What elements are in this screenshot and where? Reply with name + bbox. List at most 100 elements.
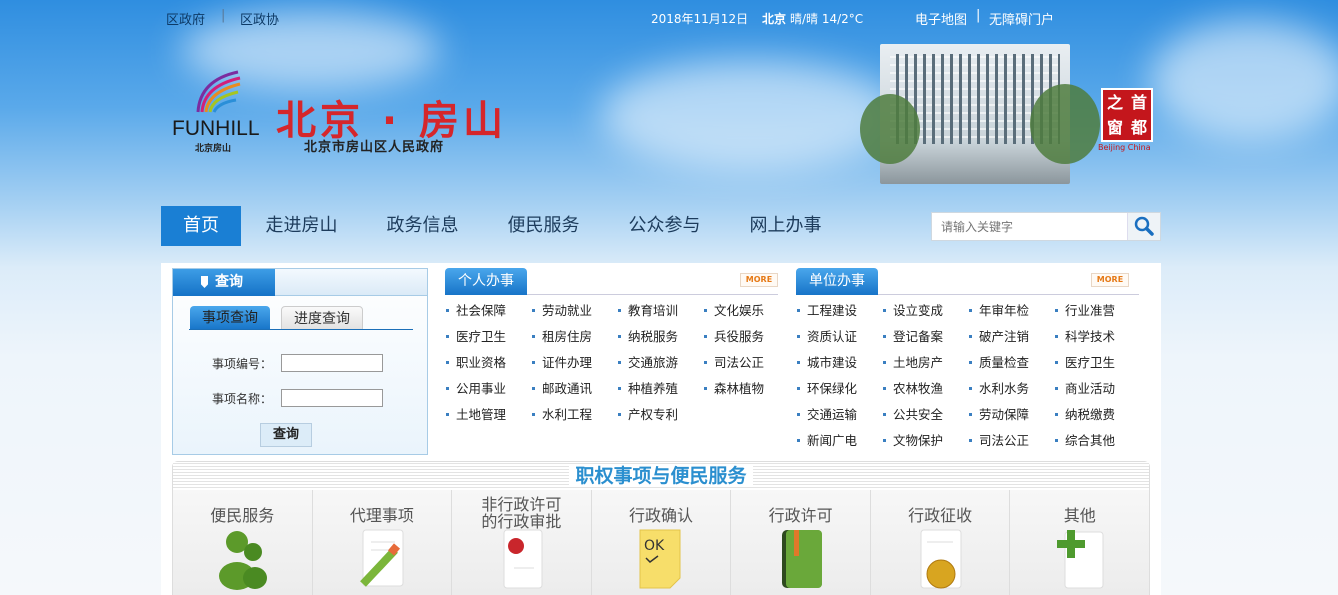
query-button[interactable]: 查询 [260,423,312,447]
personal-item[interactable]: 纳税服务 [617,328,703,346]
personal-item[interactable]: 职业资格 [445,354,531,372]
unit-item[interactable]: 环保绿化 [796,380,882,398]
personal-item[interactable]: 交通旅游 [617,354,703,372]
nav-gov-info[interactable]: 政务信息 [362,206,483,246]
personal-item[interactable]: 产权专利 [617,406,703,424]
personal-item[interactable]: 司法公正 [703,354,789,372]
unit-item[interactable]: 纳税缴费 [1054,406,1140,424]
service-card[interactable]: 代理事项 [312,490,453,595]
unit-item[interactable]: 文物保护 [882,432,968,450]
unit-item[interactable]: 水利水务 [968,380,1054,398]
item-name-label: 事项名称： [212,392,273,406]
unit-item[interactable]: 资质认证 [796,328,882,346]
unit-item[interactable]: 设立变成 [882,302,968,320]
logo-subtext: 北京房山 [195,144,232,154]
personal-item[interactable]: 证件办理 [531,354,617,372]
link-map[interactable]: 电子地图 [915,9,967,28]
personal-item[interactable]: 森林植物 [703,380,789,398]
unit-item[interactable]: 交通运输 [796,406,882,424]
unit-item[interactable]: 土地房产 [882,354,968,372]
personal-item[interactable]: 社会保障 [445,302,531,320]
divider: | [221,8,226,23]
link-accessibility[interactable]: 无障碍门户 [989,9,1054,28]
add-document-icon [1053,528,1107,590]
service-card[interactable]: 行政征收 [870,490,1011,595]
svg-text:OK: OK [644,538,665,554]
service-card[interactable]: 便民服务 [173,490,313,595]
unit-item[interactable]: 农林牧渔 [882,380,968,398]
unit-header: 单位办事 MORE [796,268,1139,295]
capital-window-seal: 之首窗都 [1101,88,1153,142]
unit-more-button[interactable]: MORE [1091,273,1129,287]
unit-items: 工程建设 设立变成 年审年检 行业准营资质认证 登记备案 破产注销 科学技术城市建设 土地房产… [796,302,1140,450]
divider [189,329,413,330]
services-title: 职权事项与便民服务 [569,465,753,487]
service-label-text: 行政征收 [908,506,973,525]
unit-item[interactable]: 破产注销 [968,328,1054,346]
unit-item[interactable]: 劳动保障 [968,406,1054,424]
service-card[interactable]: 行政许可 [731,490,871,595]
unit-item[interactable]: 工程建设 [796,302,882,320]
nav-participation[interactable]: 公众参与 [604,206,725,246]
unit-item[interactable]: 公共安全 [882,406,968,424]
personal-item[interactable]: 水利工程 [531,406,617,424]
divider: | [976,8,981,23]
date: 2018年11月12日 [651,12,749,26]
unit-item[interactable]: 新闻广电 [796,432,882,450]
unit-item[interactable]: 司法公正 [968,432,1054,450]
unit-item[interactable]: 科学技术 [1054,328,1140,346]
unit-item[interactable]: 商业活动 [1054,380,1140,398]
service-card[interactable]: 其他 [1010,490,1150,595]
personal-header: 个人办事 MORE [445,268,778,295]
users-icon [215,528,269,590]
personal-more-button[interactable]: MORE [740,273,778,287]
personal-item[interactable]: 租房住房 [531,328,617,346]
search-button[interactable] [1127,213,1160,240]
service-label-text: 非行政许可的行政审批 [481,495,562,531]
sealed-document-icon [494,528,548,590]
service-card[interactable]: 非行政许可的行政审批 [452,490,592,595]
personal-item[interactable]: 兵役服务 [703,328,789,346]
personal-item[interactable]: 教育培训 [617,302,703,320]
unit-item[interactable]: 城市建设 [796,354,882,372]
unit-item[interactable]: 质量检查 [968,354,1054,372]
personal-item[interactable]: 公用事业 [445,380,531,398]
logo-text: FUNHILL [172,117,260,140]
nav-home[interactable]: 首页 [161,206,241,246]
service-label-text: 行政确认 [629,506,694,525]
pencil-document-icon [355,528,409,590]
personal-item[interactable]: 文化娱乐 [703,302,789,320]
service-label-text: 行政许可 [768,506,833,525]
unit-item[interactable]: 综合其他 [1054,432,1140,450]
nav-services[interactable]: 便民服务 [483,206,604,246]
unit-tab[interactable]: 单位办事 [796,268,878,295]
weather-city: 北京 [762,12,787,26]
unit-item[interactable]: 年审年检 [968,302,1054,320]
personal-item[interactable]: 医疗卫生 [445,328,531,346]
service-label-text: 便民服务 [210,506,275,525]
personal-tab[interactable]: 个人办事 [445,268,527,295]
unit-item[interactable]: 行业准营 [1054,302,1140,320]
query-title: 查询 [173,269,275,296]
link-district-gov[interactable]: 区政府 [166,9,205,28]
unit-item[interactable]: 登记备案 [882,328,968,346]
personal-item[interactable]: 土地管理 [445,406,531,424]
service-card[interactable]: 行政确认 OK [591,490,732,595]
tab-item-query[interactable]: 事项查询 [190,306,270,330]
nav-about[interactable]: 走进房山 [241,206,362,246]
link-district-cppcc[interactable]: 区政协 [240,9,279,28]
personal-item[interactable]: 邮政通讯 [531,380,617,398]
search-box [931,212,1161,241]
services-section: 职权事项与便民服务 便民服务 代理事项 非行政许可的行政审批 行政确认 OK 行政许可 行政… [172,461,1150,595]
nav-online[interactable]: 网上办事 [725,206,846,246]
unit-item[interactable]: 医疗卫生 [1054,354,1140,372]
cloud [600,60,900,170]
item-name-input[interactable] [281,389,383,407]
main-nav: 首页 走进房山 政务信息 便民服务 公众参与 网上办事 [161,206,846,246]
item-number-input[interactable] [281,354,383,372]
tab-progress-query[interactable]: 进度查询 [281,306,363,330]
search-input[interactable] [932,213,1128,240]
service-label-text: 其他 [1063,506,1096,525]
personal-item[interactable]: 种植养殖 [617,380,703,398]
personal-item[interactable]: 劳动就业 [531,302,617,320]
